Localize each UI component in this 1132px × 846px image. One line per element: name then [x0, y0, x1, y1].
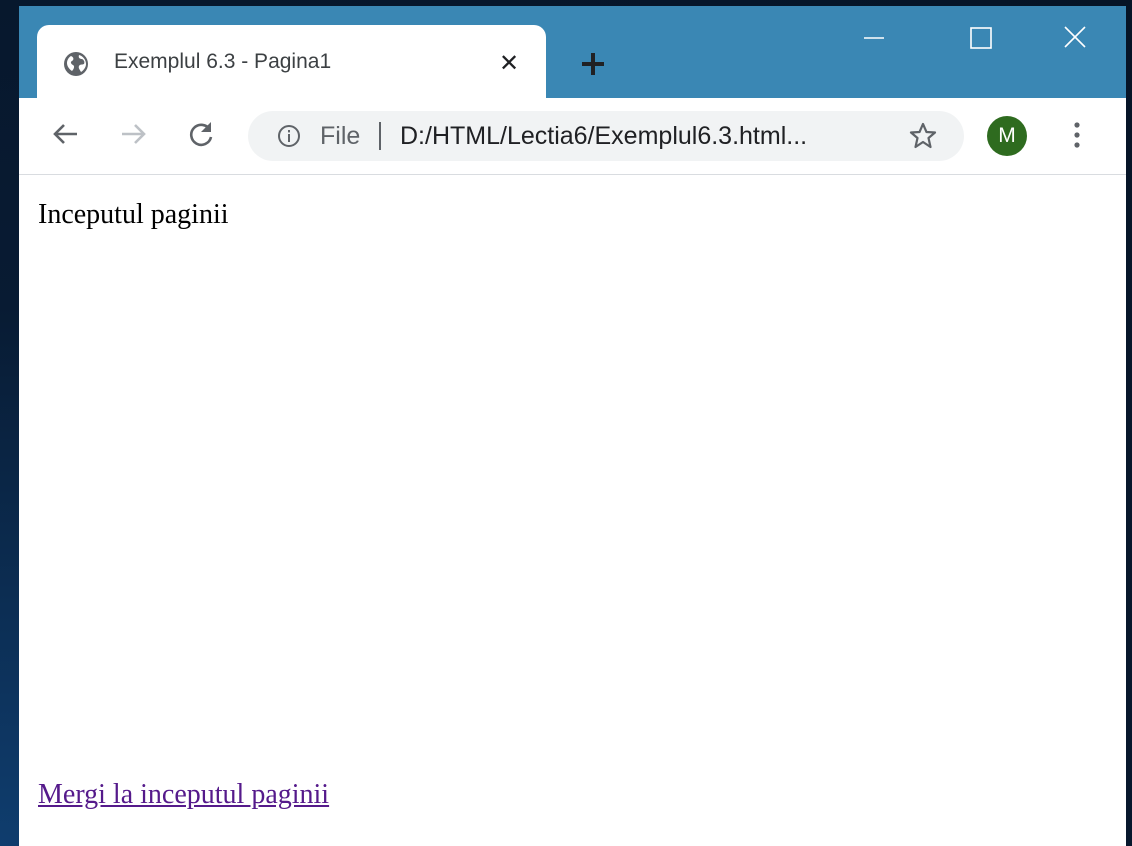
page-content: Inceputul paginii Mergi la inceputul pag… — [19, 175, 1126, 846]
new-tab-button[interactable] — [575, 46, 611, 82]
profile-avatar[interactable]: M — [987, 116, 1027, 156]
more-menu-icon[interactable] — [1065, 118, 1089, 152]
minimize-button[interactable] — [854, 22, 894, 54]
tab-title: Exemplul 6.3 - Pagina1 — [114, 50, 332, 73]
address-separator — [379, 122, 381, 150]
maximize-button[interactable] — [960, 22, 1000, 54]
title-bar: Exemplul 6.3 - Pagina1 ✕ — [19, 6, 1126, 98]
reload-icon[interactable] — [185, 118, 217, 150]
address-bar[interactable]: File D:/HTML/Lectia6/Exemplul6.3.html... — [248, 111, 964, 161]
close-window-button[interactable] — [1055, 22, 1095, 54]
back-arrow-icon[interactable] — [50, 118, 82, 150]
page-top-text: Inceputul paginii — [38, 199, 229, 230]
tab-close-button[interactable]: ✕ — [495, 50, 523, 78]
info-icon[interactable] — [277, 124, 301, 148]
go-to-top-link[interactable]: Mergi la inceputul paginii — [38, 779, 329, 811]
browser-toolbar: File D:/HTML/Lectia6/Exemplul6.3.html...… — [19, 98, 1126, 175]
bookmark-star-icon[interactable] — [908, 121, 938, 151]
url-text[interactable]: D:/HTML/Lectia6/Exemplul6.3.html... — [400, 122, 807, 151]
scheme-label: File — [320, 122, 361, 150]
forward-arrow-icon[interactable] — [117, 118, 149, 150]
browser-window: Exemplul 6.3 - Pagina1 ✕ File D:/HTML/Le… — [19, 6, 1126, 846]
globe-icon — [64, 52, 88, 76]
